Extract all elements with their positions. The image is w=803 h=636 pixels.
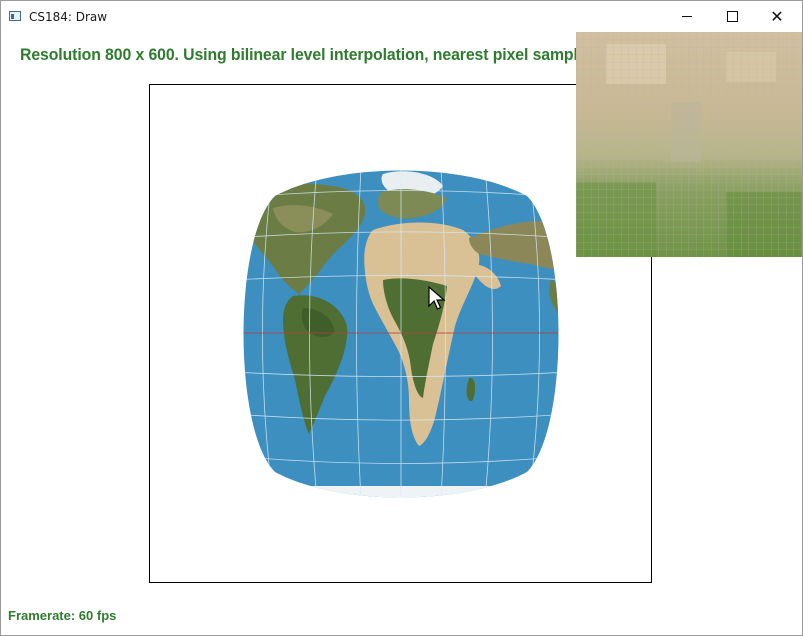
mouse-pointer-icon [428,286,446,310]
pixel-zoom-inspector [576,32,802,257]
framerate-label: Framerate: 60 fps [8,608,117,623]
app-window-icon [9,11,21,21]
world-map-texture[interactable] [233,168,569,500]
maximize-button[interactable] [709,1,755,32]
close-button[interactable]: ✕ [754,1,800,32]
window-title: CS184: Draw [29,10,108,24]
minimize-button[interactable] [664,1,710,32]
title-bar[interactable]: CS184: Draw ✕ [1,1,802,32]
app-window: CS184: Draw ✕ Resolution 800 x 600. Usin… [0,0,803,636]
close-icon: ✕ [770,6,784,26]
minimize-icon [682,16,692,17]
maximize-icon [726,11,738,22]
